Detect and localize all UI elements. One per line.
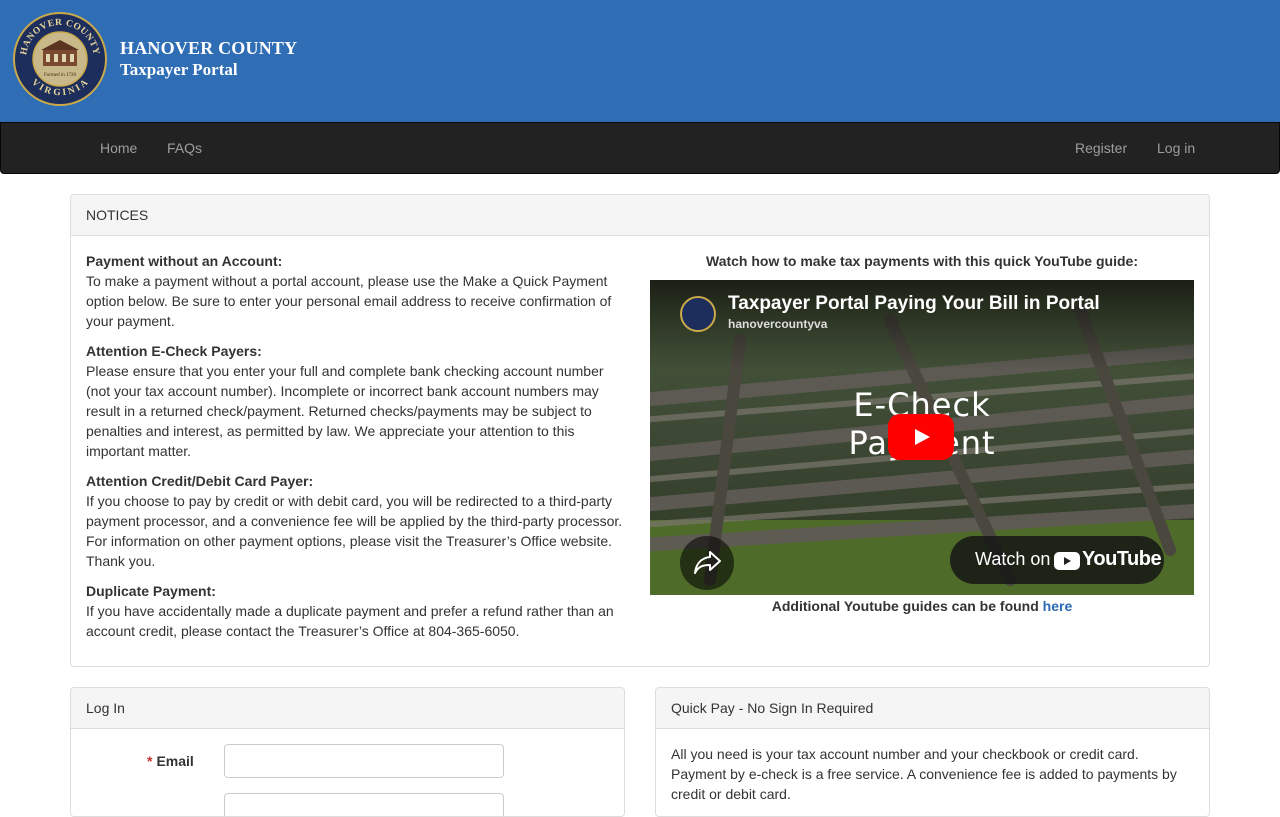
notice-title: Attention E-Check Payers: xyxy=(86,343,262,359)
notice-body: If you choose to pay by credit or with d… xyxy=(86,493,623,569)
video-channel[interactable]: hanovercountyva xyxy=(728,317,827,331)
site-header: HANOVER COUNTY VIRGINIA Formed in 1720 H… xyxy=(0,0,1280,122)
nav-home-link[interactable]: Home xyxy=(100,123,137,173)
share-button[interactable] xyxy=(680,536,734,590)
more-guides-label: Additional Youtube guides can be found xyxy=(771,598,1043,614)
nav-faqs-link[interactable]: FAQs xyxy=(167,123,202,173)
notice-body: If you have accidentally made a duplicat… xyxy=(86,603,614,639)
seal-inner-text: Formed in 1720 xyxy=(44,73,76,78)
watch-on-label: Watch on xyxy=(975,549,1051,569)
main-navbar: Home FAQs Register Log in xyxy=(0,122,1280,174)
portal-brand[interactable]: HANOVER COUNTY Taxpayer Portal xyxy=(120,38,297,82)
notice-title: Attention Credit/Debit Card Payer: xyxy=(86,473,314,489)
notice-item: Attention E-Check Payers: Please ensure … xyxy=(86,341,626,461)
notice-title: Duplicate Payment: xyxy=(86,583,216,599)
notice-body: To make a payment without a portal accou… xyxy=(86,273,612,329)
login-panel: Log In * Email xyxy=(70,687,625,817)
notices-panel: NOTICES Payment without an Account: To m… xyxy=(70,194,1210,667)
play-icon xyxy=(915,429,930,445)
email-label-text: Email xyxy=(156,753,194,769)
more-guides-text: Additional Youtube guides can be found h… xyxy=(650,596,1194,616)
notice-title: Payment without an Account: xyxy=(86,253,283,269)
youtube-video-embed[interactable]: Taxpayer Portal Paying Your Bill in Port… xyxy=(650,280,1194,595)
youtube-wordmark: YouTube xyxy=(1082,548,1162,570)
email-label: * Email xyxy=(147,753,194,769)
notice-item: Payment without an Account: To make a pa… xyxy=(86,251,626,331)
notice-item: Attention Credit/Debit Card Payer: If yo… xyxy=(86,471,626,571)
county-seal-logo[interactable]: HANOVER COUNTY VIRGINIA Formed in 1720 xyxy=(13,12,107,106)
video-title[interactable]: Taxpayer Portal Paying Your Bill in Port… xyxy=(728,293,1100,315)
more-guides-link[interactable]: here xyxy=(1043,598,1073,614)
portal-name: Taxpayer Portal xyxy=(120,60,238,79)
quickpay-panel: Quick Pay - No Sign In Required All you … xyxy=(655,687,1210,817)
notice-item: Duplicate Payment: If you have accidenta… xyxy=(86,581,626,641)
password-field[interactable] xyxy=(224,793,504,816)
share-icon xyxy=(694,551,721,574)
video-caption: Watch how to make tax payments with this… xyxy=(706,253,1138,269)
notices-heading: NOTICES xyxy=(71,195,1209,236)
channel-avatar[interactable] xyxy=(680,296,716,332)
login-heading: Log In xyxy=(71,688,624,729)
county-name: HANOVER COUNTY xyxy=(120,38,298,58)
nav-login-link[interactable]: Log in xyxy=(1157,123,1195,173)
quickpay-heading: Quick Pay - No Sign In Required xyxy=(656,688,1209,729)
required-marker: * xyxy=(147,753,153,769)
nav-register-link[interactable]: Register xyxy=(1075,123,1127,173)
notice-body: Please ensure that you enter your full a… xyxy=(86,363,604,459)
play-button[interactable] xyxy=(888,414,954,460)
youtube-logo-icon xyxy=(1054,552,1080,570)
quickpay-description: All you need is your tax account number … xyxy=(671,746,1177,802)
email-field[interactable] xyxy=(224,744,504,778)
watch-on-youtube-button[interactable]: Watch on YouTube xyxy=(950,536,1164,584)
